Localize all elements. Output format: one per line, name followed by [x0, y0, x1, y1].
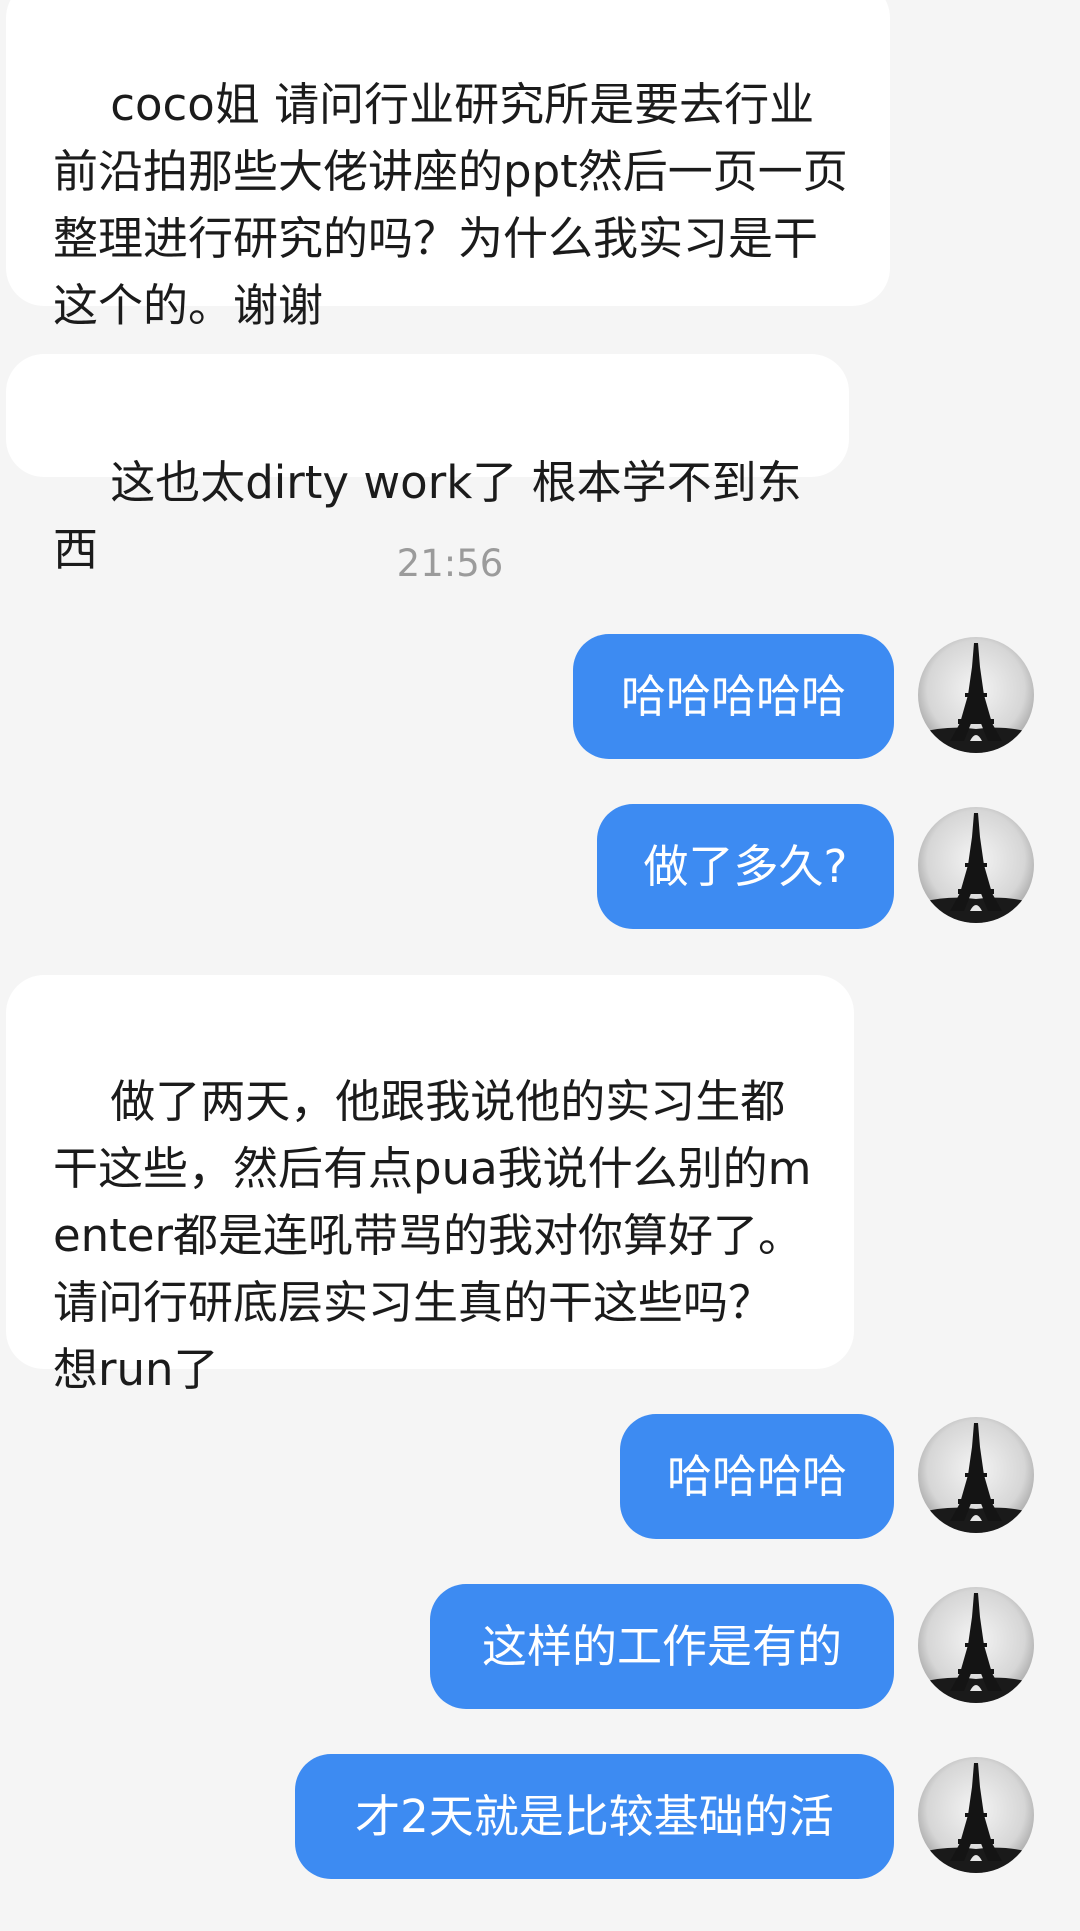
message-text: 哈哈哈哈哈 — [620, 670, 846, 723]
message-text: 哈哈哈哈 — [666, 1450, 847, 1503]
message-text: 这样的工作是有的 — [481, 1620, 842, 1673]
message-text: 做了两天，他跟我说他的实习生都干这些，然后有点pua我说什么别的menter都是… — [53, 1075, 812, 1396]
avatar[interactable] — [918, 1587, 1034, 1703]
eiffel-tower-avatar-icon — [918, 1587, 1034, 1703]
avatar[interactable] — [918, 807, 1034, 923]
incoming-message[interactable]: 做了两天，他跟我说他的实习生都干这些，然后有点pua我说什么别的menter都是… — [6, 975, 854, 1396]
outgoing-message[interactable]: 这样的工作是有的 — [430, 1584, 894, 1709]
chat-thread[interactable]: coco姐 请问行业研究所是要去行业前沿拍那些大佬讲座的ppt然后一页一页整理进… — [0, 0, 1080, 1931]
message-text: coco姐 请问行业研究所是要去行业前沿拍那些大佬讲座的ppt然后一页一页整理进… — [53, 78, 848, 332]
avatar[interactable] — [918, 637, 1034, 753]
message-timestamp: 21:56 — [396, 542, 504, 585]
eiffel-tower-avatar-icon — [918, 807, 1034, 923]
outgoing-message[interactable]: 才2天就是比较基础的活 — [295, 1754, 894, 1879]
incoming-message[interactable]: coco姐 请问行业研究所是要去行业前沿拍那些大佬讲座的ppt然后一页一页整理进… — [6, 0, 890, 332]
eiffel-tower-avatar-icon — [918, 637, 1034, 753]
incoming-message[interactable]: 这也太dirty work了 根本学不到东西 — [6, 354, 849, 576]
message-text: 做了多久? — [643, 840, 848, 893]
outgoing-message[interactable]: 做了多久? — [597, 804, 894, 929]
avatar[interactable] — [918, 1417, 1034, 1533]
outgoing-message[interactable]: 哈哈哈哈哈 — [573, 634, 894, 759]
outgoing-message[interactable]: 哈哈哈哈 — [620, 1414, 894, 1539]
eiffel-tower-avatar-icon — [918, 1757, 1034, 1873]
eiffel-tower-avatar-icon — [918, 1417, 1034, 1533]
message-text: 才2天就是比较基础的活 — [355, 1790, 834, 1843]
avatar[interactable] — [918, 1757, 1034, 1873]
